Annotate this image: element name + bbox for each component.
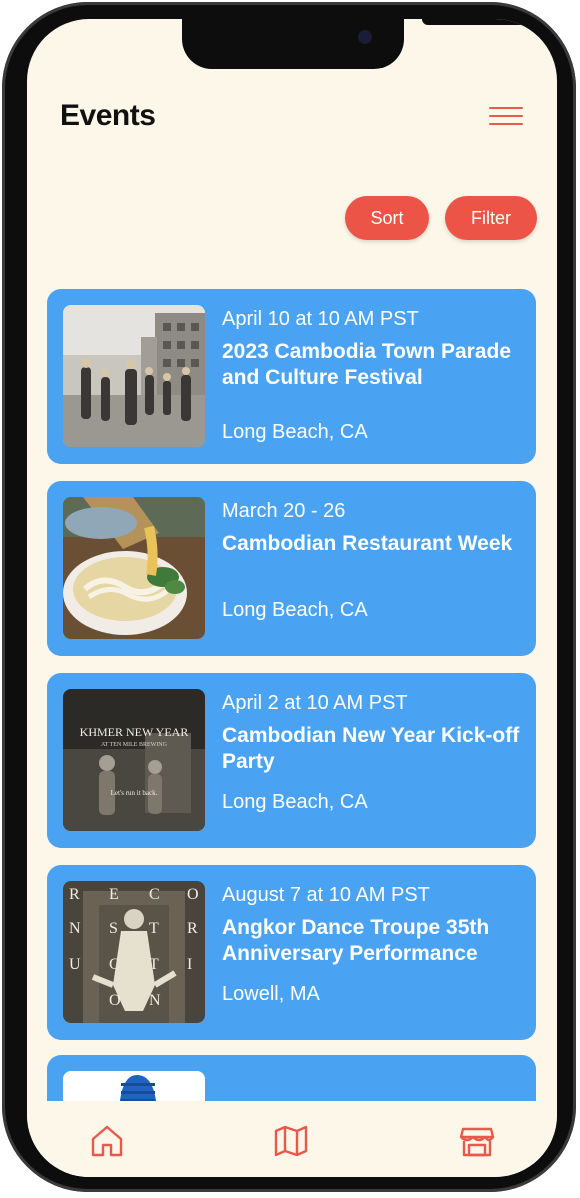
svg-text:U: U: [69, 956, 81, 973]
svg-text:N: N: [149, 992, 161, 1009]
khmer-new-year-poster: KHMER NEW YEAR AT TEN MILE BREWING Let's…: [63, 689, 205, 831]
event-date: April 10 at 10 AM PST: [222, 308, 419, 330]
event-card[interactable]: April 10 at 10 AM PST 2023 Cambodia Town…: [47, 289, 536, 464]
home-icon[interactable]: [89, 1123, 125, 1159]
svg-text:O: O: [109, 992, 121, 1009]
svg-text:O: O: [187, 886, 199, 903]
reconstruction-poster: R E C O N S T R U C T I O N: [63, 881, 205, 1023]
event-location: Lowell, MA: [222, 983, 320, 1005]
event-title: 2023 Cambodia Town Parade and Culture Fe…: [222, 340, 512, 389]
svg-text:T: T: [149, 956, 159, 973]
app-screen: Events Sort Filter April 10 at 10 AM PST…: [27, 19, 557, 1177]
poster-subtitle: AT TEN MILE BREWING: [101, 742, 168, 748]
poster-tagline: Let's run it back.: [111, 789, 158, 797]
filter-button[interactable]: Filter: [445, 196, 537, 240]
front-camera: [358, 30, 372, 44]
event-title: Cambodian New Year Kick-off Party: [222, 724, 520, 773]
event-location: Long Beach, CA: [222, 791, 368, 813]
svg-text:C: C: [109, 956, 120, 973]
event-card[interactable]: March 20 - 26 Cambodian Restaurant Week …: [47, 481, 536, 656]
bottom-tab-bar: [27, 1101, 557, 1177]
svg-text:R: R: [187, 920, 198, 937]
event-title: Cambodian Restaurant Week: [222, 532, 513, 555]
sort-button[interactable]: Sort: [345, 196, 429, 240]
svg-text:S: S: [109, 920, 118, 937]
store-icon[interactable]: [459, 1123, 495, 1159]
parade-photo: [63, 305, 205, 447]
hamburger-menu-icon[interactable]: [489, 105, 525, 129]
event-card[interactable]: R E C O N S T R U C T I O N August 7 at …: [47, 865, 536, 1040]
svg-text:N: N: [69, 920, 81, 937]
svg-text:C: C: [149, 886, 160, 903]
event-date: March 20 - 26: [222, 500, 346, 522]
event-card[interactable]: KHMER NEW YEAR AT TEN MILE BREWING Let's…: [47, 673, 536, 848]
event-location: Long Beach, CA: [222, 599, 368, 621]
page-title: Events: [60, 99, 156, 132]
svg-text:R: R: [69, 886, 80, 903]
phone-frame: Events Sort Filter April 10 at 10 AM PST…: [2, 2, 576, 1192]
event-location: Long Beach, CA: [222, 421, 368, 443]
svg-text:T: T: [149, 920, 159, 937]
device-notch: [182, 19, 526, 69]
map-icon[interactable]: [273, 1123, 309, 1159]
svg-text:I: I: [187, 956, 192, 973]
poster-title: KHMER NEW YEAR: [80, 725, 189, 739]
event-title: Angkor Dance Troupe 35th Anniversary Per…: [222, 916, 490, 965]
speaker: [422, 19, 526, 25]
noodle-soup-photo: [63, 497, 205, 639]
svg-text:E: E: [109, 886, 119, 903]
event-date: August 7 at 10 AM PST: [222, 884, 430, 906]
event-date: April 2 at 10 AM PST: [222, 692, 408, 714]
